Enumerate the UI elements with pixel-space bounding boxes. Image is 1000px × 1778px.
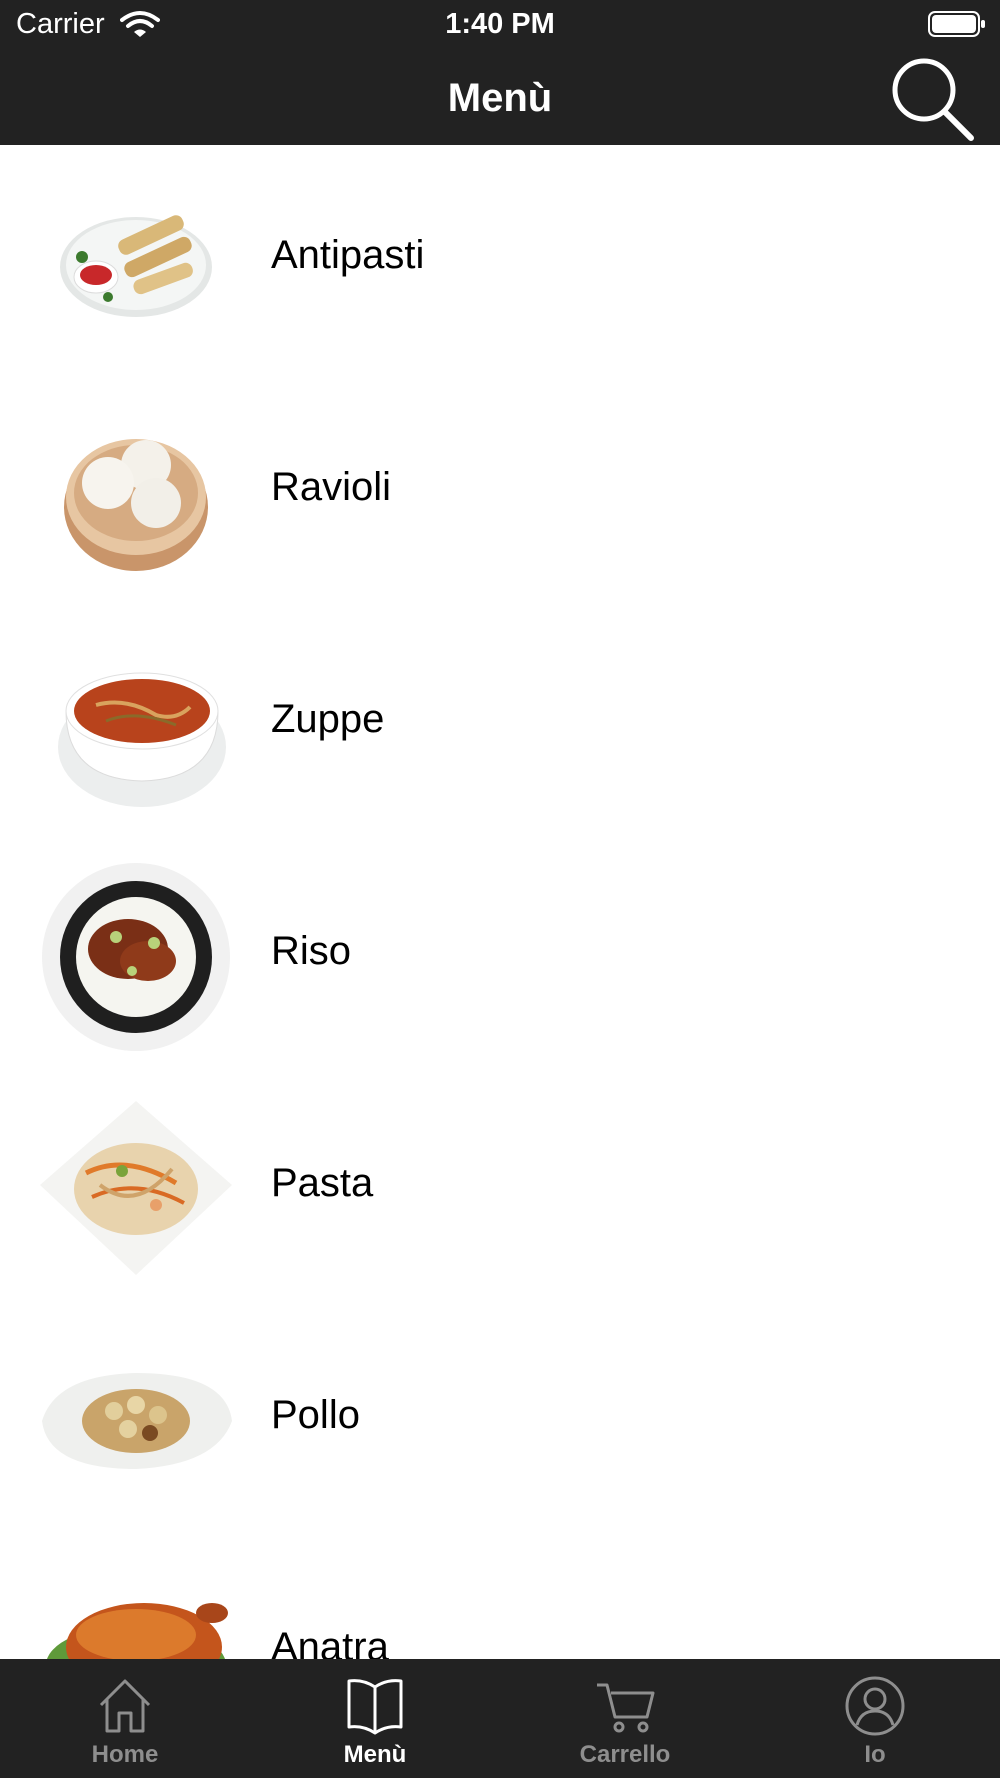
search-icon[interactable] [886,54,976,142]
list-item-label: Pollo [271,1393,360,1437]
status-bar: Carrier 1:40 PM [0,0,1000,50]
list-item-label: Anatra [271,1625,389,1659]
list-item-pollo[interactable]: Pollo [0,1305,1000,1537]
list-item-anatra[interactable]: Anatra [0,1537,1000,1659]
status-time: 1:40 PM [445,8,555,40]
tab-label: Carrello [579,1741,671,1768]
list-item-zuppe[interactable]: Zuppe [0,609,1000,841]
book-icon [347,1679,403,1735]
tab-profile[interactable]: Io [750,1659,1000,1778]
tab-label: Menù [343,1741,407,1768]
navigation-bar: Menù [0,50,1000,145]
list-item-label: Pasta [271,1161,374,1205]
battery-icon [928,11,985,37]
list-item-label: Ravioli [271,465,392,509]
list-item-riso[interactable]: Riso [0,841,1000,1073]
list-item-ravioli[interactable]: Ravioli [0,377,1000,609]
home-icon [99,1679,151,1733]
user-icon [845,1676,905,1736]
page-title: Menù [447,76,553,120]
chicken-plate [42,1373,232,1469]
tab-home[interactable]: Home [0,1659,250,1778]
tab-cart[interactable]: Carrello [500,1659,750,1778]
list-item-label: Riso [271,929,352,973]
spring-rolls-plate [60,215,212,317]
list-item-label: Zuppe [271,697,385,741]
tab-menu[interactable]: Menù [250,1659,500,1778]
category-list: Antipasti Ravioli Zuppe Riso Pasta Pollo… [0,145,1000,1659]
roast-duck [47,1603,228,1659]
list-item-label: Antipasti [271,233,425,277]
cart-icon [597,1683,655,1733]
soup-bowl [58,672,226,807]
list-item-antipasti[interactable]: Antipasti [0,145,1000,377]
list-item-pasta[interactable]: Pasta [0,1073,1000,1305]
noodles-plate [40,1101,232,1275]
tab-label: Io [864,1741,886,1768]
tab-label: Home [91,1741,159,1768]
steamed-buns-basket [64,439,208,571]
tab-bar: Home Menù Carrello Io [0,1659,1000,1778]
rice-bowl [42,863,230,1051]
